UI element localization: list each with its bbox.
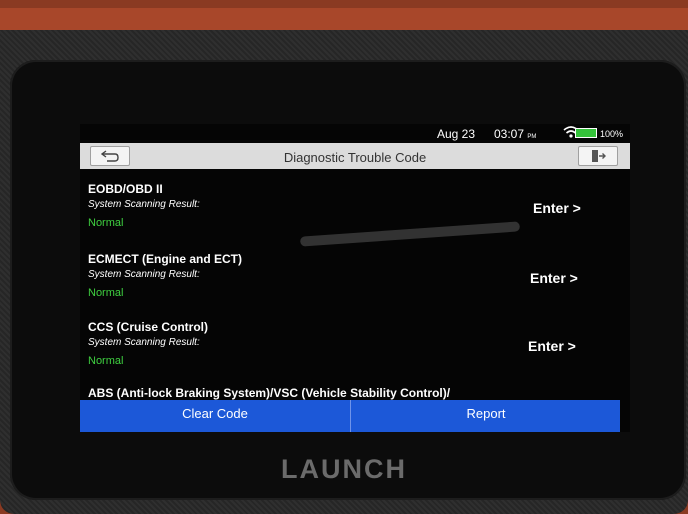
system-result-label: System Scanning Result: xyxy=(88,269,200,280)
system-list: EOBD/OBD II System Scanning Result: Norm… xyxy=(80,169,630,401)
system-result-label: System Scanning Result: xyxy=(88,337,200,348)
system-row-abs[interactable]: ABS (Anti-lock Braking System)/VSC (Vehi… xyxy=(80,375,630,401)
status-ampm: PM xyxy=(527,134,537,140)
system-row-ecmect[interactable]: ECMECT (Engine and ECT) System Scanning … xyxy=(80,239,630,307)
system-name: ECMECT (Engine and ECT) xyxy=(88,252,242,266)
battery-icon xyxy=(575,128,597,138)
enter-button[interactable]: Enter > xyxy=(528,338,576,354)
system-row-ccs[interactable]: CCS (Cruise Control) System Scanning Res… xyxy=(80,307,630,375)
system-result-label: System Scanning Result: xyxy=(88,199,200,210)
brand-logo: LAUNCH xyxy=(281,454,407,484)
system-name: CCS (Cruise Control) xyxy=(88,320,208,334)
action-bar: Clear Code Report xyxy=(80,400,620,432)
screen: Aug 23 03:07 PM 100% Diagnostic Trouble … xyxy=(80,124,630,432)
status-bar: Aug 23 03:07 PM 100% xyxy=(80,124,630,142)
enter-button[interactable]: Enter > xyxy=(530,270,578,286)
system-result: Normal xyxy=(88,287,124,299)
scan-tool-device: Aug 23 03:07 PM 100% Diagnostic Trouble … xyxy=(0,8,688,514)
exit-button[interactable] xyxy=(578,146,618,166)
status-time: 03:07 PM xyxy=(494,127,537,141)
report-button[interactable]: Report xyxy=(351,400,621,432)
system-name: EOBD/OBD II xyxy=(88,182,163,196)
status-date: Aug 23 xyxy=(437,127,476,141)
title-bar: Diagnostic Trouble Code xyxy=(80,143,630,169)
battery-percent: 100% xyxy=(600,129,624,139)
system-name: ABS (Anti-lock Braking System)/VSC (Vehi… xyxy=(88,386,451,400)
system-result: Normal xyxy=(88,355,124,367)
exit-door-icon xyxy=(592,150,606,162)
system-row-eobd[interactable]: EOBD/OBD II System Scanning Result: Norm… xyxy=(80,169,630,237)
enter-button[interactable]: Enter > xyxy=(533,200,581,216)
device-rubber-edge xyxy=(0,8,688,30)
page-title: Diagnostic Trouble Code xyxy=(283,150,427,165)
clear-code-button[interactable]: Clear Code xyxy=(80,400,350,432)
system-result: Normal xyxy=(88,217,124,229)
